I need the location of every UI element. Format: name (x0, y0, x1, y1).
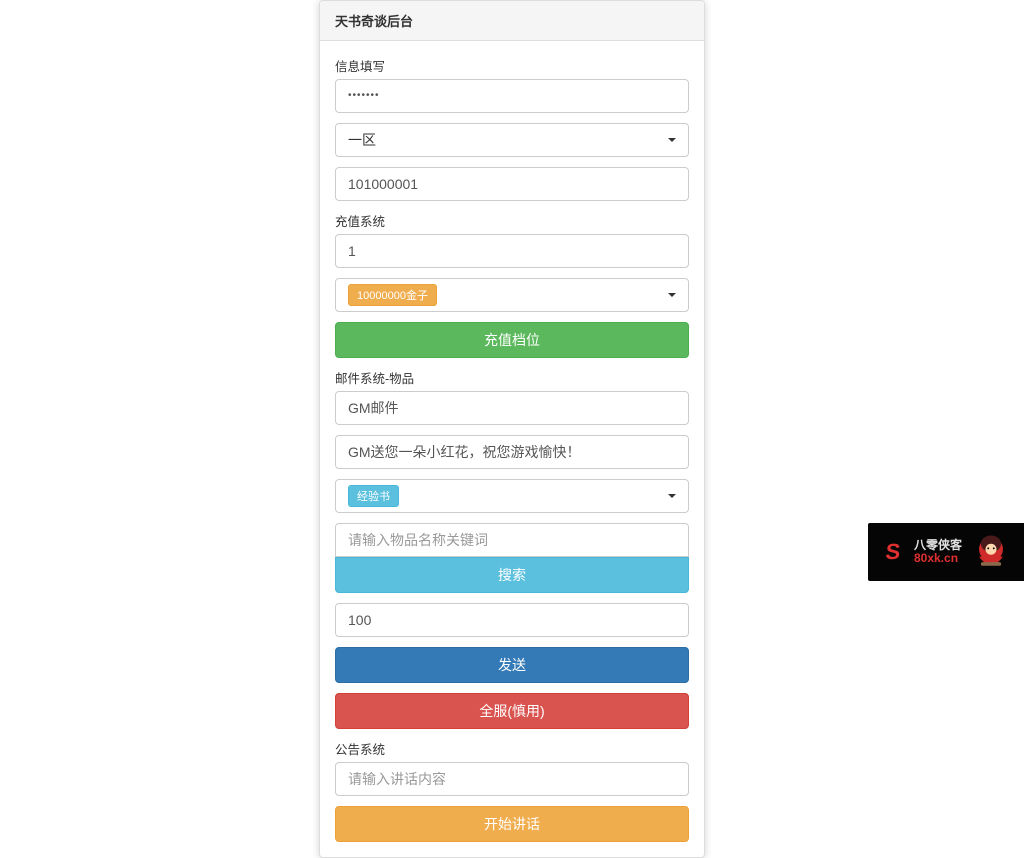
item-select[interactable]: 经验书 (335, 479, 689, 513)
recharge-amount-input[interactable] (335, 234, 689, 268)
chevron-down-icon (668, 494, 676, 498)
item-search-input[interactable] (335, 523, 689, 557)
player-id-input[interactable] (335, 167, 689, 201)
watermark-line2: 80xk.cn (914, 552, 962, 565)
chevron-down-icon (668, 138, 676, 142)
search-button[interactable]: 搜索 (335, 557, 689, 593)
currency-selected-badge: 10000000金子 (348, 284, 437, 306)
start-announce-button[interactable]: 开始讲话 (335, 806, 689, 842)
region-selected-value: 一区 (348, 130, 376, 150)
panel-title: 天书奇谈后台 (320, 1, 704, 41)
password-masked: ••••••• (348, 89, 380, 103)
site-watermark: S 八零侠客 80xk.cn (868, 523, 1024, 581)
mail-subject-input[interactable] (335, 391, 689, 425)
watermark-logo-icon: S (876, 537, 909, 567)
chevron-down-icon (668, 293, 676, 297)
recharge-button[interactable]: 充值档位 (335, 322, 689, 358)
panel-body: 信息填写 ••••••• 一区 充值系统 10000000金子 充值档位 邮件系… (320, 41, 704, 857)
region-select[interactable]: 一区 (335, 123, 689, 157)
mail-section-label: 邮件系统-物品 (335, 368, 689, 387)
watermark-text: 八零侠客 80xk.cn (914, 539, 962, 565)
password-field[interactable]: ••••••• (335, 79, 689, 113)
announce-input[interactable] (335, 762, 689, 796)
currency-select[interactable]: 10000000金子 (335, 278, 689, 312)
announce-section-label: 公告系统 (335, 739, 689, 758)
admin-panel: 天书奇谈后台 信息填写 ••••••• 一区 充值系统 10000000金子 充… (319, 0, 705, 858)
item-selected-badge: 经验书 (348, 485, 399, 507)
broadcast-button[interactable]: 全服(慎用) (335, 693, 689, 729)
watermark-flower-icon (968, 529, 1014, 575)
mail-body-input[interactable] (335, 435, 689, 469)
recharge-section-label: 充值系统 (335, 211, 689, 230)
info-section-label: 信息填写 (335, 56, 689, 75)
send-button[interactable]: 发送 (335, 647, 689, 683)
quantity-input[interactable] (335, 603, 689, 637)
